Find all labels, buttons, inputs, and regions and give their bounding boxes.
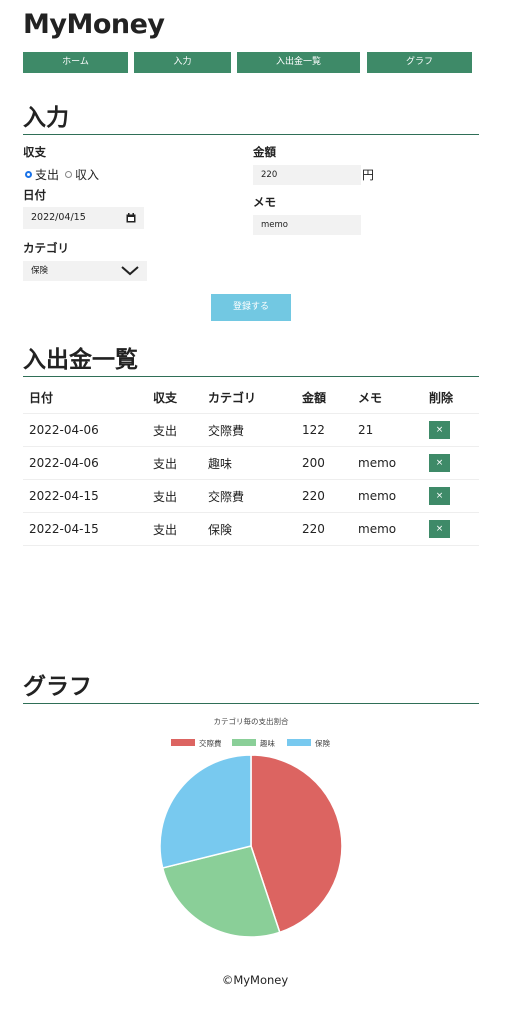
cell-delete: ×	[423, 479, 479, 513]
cell-memo: 21	[352, 413, 423, 447]
cell-amount: 122	[296, 413, 352, 447]
table-header-row: 日付 収支 カテゴリ 金額 メモ 削除	[23, 381, 479, 414]
date-value: 2022/04/15	[31, 212, 86, 223]
header-category: カテゴリ	[208, 390, 257, 405]
header-memo: メモ	[358, 390, 383, 405]
cell-delete: ×	[423, 413, 479, 447]
chart-slices	[159, 754, 343, 938]
legend-label[interactable]: 交際費	[199, 738, 222, 748]
type-radio-group: 支出 収入	[25, 166, 99, 183]
calendar-icon[interactable]	[126, 213, 136, 223]
transactions-table: 日付 収支 カテゴリ 金額 メモ 削除 2022-04-06 支出 交際費 12…	[23, 381, 479, 546]
table-row: 2022-04-06 支出 交際費 122 21 ×	[23, 413, 479, 447]
input-section-title: 入力	[23, 98, 479, 135]
category-label: カテゴリ	[23, 241, 69, 255]
nav-input[interactable]: 入力	[134, 52, 231, 73]
nav-list[interactable]: 入出金一覧	[237, 52, 360, 73]
table-row: 2022-04-06 支出 趣味 200 memo ×	[23, 446, 479, 480]
header-type: 収支	[153, 390, 178, 405]
delete-button[interactable]: ×	[429, 421, 450, 439]
amount-input[interactable]: 220	[253, 165, 361, 185]
date-input[interactable]: 2022/04/15	[23, 207, 144, 229]
radio-expense[interactable]	[25, 171, 32, 178]
chart-legend: 交際費 趣味 保険	[171, 738, 330, 748]
cell-amount: 220	[296, 512, 352, 546]
cell-memo: memo	[352, 479, 423, 513]
footer: ©MyMoney	[221, 973, 289, 987]
radio-income-label[interactable]: 収入	[75, 166, 99, 183]
cell-memo: memo	[352, 512, 423, 546]
cell-date: 2022-04-15	[23, 479, 147, 513]
nav-home[interactable]: ホーム	[23, 52, 128, 73]
cell-date: 2022-04-15	[23, 512, 147, 546]
cell-amount: 200	[296, 446, 352, 480]
delete-button[interactable]: ×	[429, 487, 450, 505]
list-section-title: 入出金一覧	[23, 340, 479, 377]
submit-button[interactable]: 登録する	[211, 294, 291, 321]
main-nav: ホーム 入力 入出金一覧 グラフ	[23, 52, 479, 73]
cell-category: 趣味	[202, 446, 296, 480]
cell-date: 2022-04-06	[23, 446, 147, 480]
cell-category: 保険	[202, 512, 296, 546]
cell-type: 支出	[147, 446, 202, 480]
amount-label: 金額	[253, 145, 276, 159]
memo-value: memo	[261, 220, 288, 230]
category-select[interactable]: 保険	[23, 261, 147, 281]
legend-label[interactable]: 趣味	[260, 738, 275, 748]
legend-label[interactable]: 保険	[315, 739, 330, 748]
cell-type: 支出	[147, 512, 202, 546]
category-pie-chart: カテゴリ毎の支出割合 交際費 趣味 保険	[159, 716, 343, 938]
type-label: 収支	[23, 145, 46, 159]
cell-delete: ×	[423, 446, 479, 480]
amount-unit: 円	[362, 168, 375, 182]
memo-input[interactable]: memo	[253, 215, 361, 235]
legend-swatch[interactable]	[171, 739, 195, 746]
cell-type: 支出	[147, 413, 202, 447]
cell-memo: memo	[352, 446, 423, 480]
cell-amount: 220	[296, 479, 352, 513]
chart-title: カテゴリ毎の支出割合	[214, 716, 289, 726]
radio-expense-label[interactable]: 支出	[35, 166, 59, 183]
memo-label: メモ	[253, 195, 276, 209]
delete-button[interactable]: ×	[429, 454, 450, 472]
nav-graph[interactable]: グラフ	[367, 52, 472, 73]
cell-type: 支出	[147, 479, 202, 513]
delete-button[interactable]: ×	[429, 520, 450, 538]
cell-date: 2022-04-06	[23, 413, 147, 447]
cell-category: 交際費	[202, 413, 296, 447]
chevron-down-icon	[121, 266, 139, 276]
category-value: 保険	[31, 266, 49, 276]
header-delete: 削除	[429, 390, 454, 405]
legend-swatch[interactable]	[287, 739, 311, 746]
table-row: 2022-04-15 支出 保険 220 memo ×	[23, 512, 479, 546]
header-date: 日付	[29, 390, 54, 405]
amount-value: 220	[261, 170, 278, 180]
legend-swatch[interactable]	[232, 739, 256, 746]
table-row: 2022-04-15 支出 交際費 220 memo ×	[23, 479, 479, 513]
date-label: 日付	[23, 188, 46, 202]
cell-delete: ×	[423, 512, 479, 546]
graph-section-title: グラフ	[23, 667, 479, 704]
cell-category: 交際費	[202, 479, 296, 513]
header-amount: 金額	[302, 390, 327, 405]
radio-income[interactable]	[65, 171, 73, 178]
app-title: MyMoney	[23, 9, 165, 40]
